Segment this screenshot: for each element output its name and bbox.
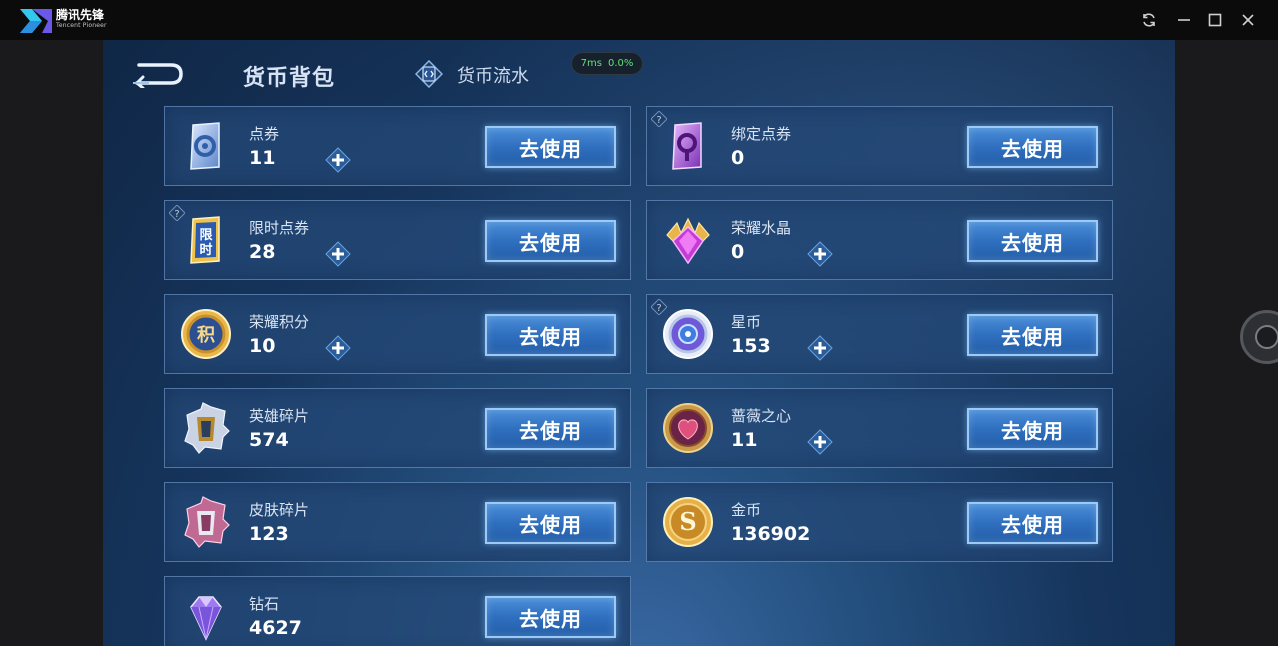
currency-card-gold-coin: S 金币 136902 去使用 [646,482,1113,562]
glory-crystal-icon [666,217,710,265]
currency-amount: 0 [731,147,745,169]
limited-voucher-icon: 限 时 [190,216,220,264]
currency-flow-icon[interactable] [415,60,443,88]
use-button[interactable]: 去使用 [485,314,616,356]
currency-amount: 574 [249,429,289,451]
currency-card-hero-fragment: 英雄碎片 574 去使用 [164,388,631,468]
currency-name: 钻石 [249,595,280,613]
use-button[interactable]: 去使用 [967,408,1098,450]
currency-name: 绑定点券 [731,125,792,143]
currency-flow-link[interactable]: 货币流水 [457,62,529,88]
window-titlebar: 腾讯先锋 Tencent Pioneer [0,0,1278,40]
hexagon-icon [1255,325,1278,349]
currency-card-voucher: 点券 11 去使用 [164,106,631,186]
currency-card-glory-crystal: 荣耀水晶 0 去使用 [646,200,1113,280]
brand: 腾讯先锋 Tencent Pioneer [56,9,107,30]
use-button[interactable]: 去使用 [967,314,1098,356]
packet-loss: 0.0% [607,58,634,69]
currency-card-skin-fragment: 皮肤碎片 123 去使用 [164,482,631,562]
ping-ms: 7ms [580,58,602,69]
add-icon[interactable] [807,241,833,267]
currency-name: 荣耀水晶 [731,219,792,237]
brand-name: 腾讯先锋 [56,8,105,22]
currency-card-star-coin: ? 星币 153 去使用 [646,294,1113,374]
currency-name: 限时点券 [249,219,310,237]
currency-amount: 28 [249,241,276,263]
left-gutter [0,40,103,646]
currency-amount: 136902 [731,523,811,545]
use-button[interactable]: 去使用 [485,596,616,638]
currency-name: 荣耀积分 [249,313,310,331]
use-button[interactable]: 去使用 [967,126,1098,168]
currency-card-glory-points: 积 荣耀积分 10 去使用 [164,294,631,374]
currency-name: 星币 [731,313,762,331]
star-coin-icon [663,309,713,359]
minimize-icon [1178,19,1190,21]
gold-coin-icon: S [663,497,713,547]
add-icon[interactable] [807,335,833,361]
use-button[interactable]: 去使用 [485,126,616,168]
currency-name: 金币 [731,501,762,519]
currency-amount: 10 [249,335,276,357]
svg-text:积: 积 [197,325,215,346]
currency-amount: 11 [731,429,758,451]
currency-card-diamond: 钻石 4627 去使用 [164,576,631,646]
glory-points-icon: 积 [181,309,231,359]
currency-name: 英雄碎片 [249,407,310,425]
svg-text:时: 时 [199,242,212,258]
add-icon[interactable] [325,241,351,267]
currency-card-limited-voucher: ? 限 时 限时点券 28 去使用 [164,200,631,280]
currency-name: 皮肤碎片 [249,501,310,519]
add-icon[interactable] [325,147,351,173]
use-button[interactable]: 去使用 [485,408,616,450]
maximize-icon [1208,13,1222,27]
use-button[interactable]: 去使用 [485,220,616,262]
minimize-button[interactable] [1174,10,1194,30]
currency-name: 点券 [249,125,280,143]
currency-amount: 0 [731,241,745,263]
currency-amount: 4627 [249,617,302,639]
maximize-button[interactable] [1205,10,1225,30]
hero-fragment-icon [184,402,230,454]
brand-name-en: Tencent Pioneer [56,22,107,29]
currency-name: 蔷薇之心 [731,407,792,425]
page-title: 货币背包 [243,66,336,91]
svg-text:S: S [679,507,696,536]
currency-card-bound-voucher: ? 绑定点券 0 去使用 [646,106,1113,186]
use-button[interactable]: 去使用 [967,220,1098,262]
rose-heart-icon [663,403,713,453]
add-icon[interactable] [325,335,351,361]
use-button[interactable]: 去使用 [967,502,1098,544]
back-button[interactable] [129,60,185,88]
currency-amount: 11 [249,147,276,169]
diamond-icon [190,596,222,641]
bound-voucher-icon [672,122,702,170]
add-icon[interactable] [807,429,833,455]
currency-amount: 123 [249,523,289,545]
svg-text:限: 限 [199,228,213,243]
tencent-pioneer-logo [20,9,52,33]
refresh-icon [1143,13,1155,27]
currency-amount: 153 [731,335,771,357]
currency-card-rose-heart: 蔷薇之心 11 去使用 [646,388,1113,468]
refresh-button[interactable] [1139,10,1159,30]
game-screen: 货币背包 货币流水 7ms 0.0% 点券 11 去使用 ? 绑定点券 0 去使… [103,40,1175,646]
close-button[interactable] [1238,10,1258,30]
close-icon [1242,14,1254,26]
network-ping-indicator: 7ms 0.0% [571,52,643,75]
skin-fragment-icon [184,496,230,548]
use-button[interactable]: 去使用 [485,502,616,544]
voucher-icon [190,122,220,170]
